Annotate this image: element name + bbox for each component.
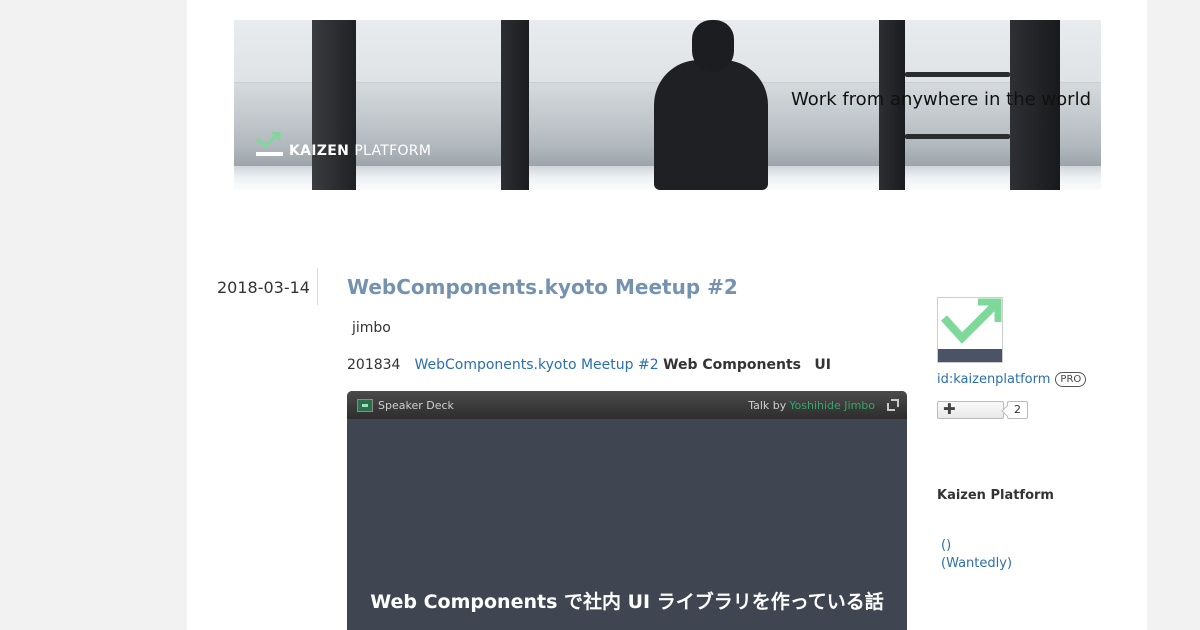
banner-post <box>501 20 529 190</box>
expand-icon[interactable] <box>887 399 899 411</box>
entry-intro: 201834 WebComponents.kyoto Meetup #2 Web … <box>347 357 831 373</box>
meetup-link[interactable]: WebComponents.kyoto Meetup #2 <box>414 357 658 373</box>
banner-rail <box>905 72 1010 77</box>
kaizen-logo[interactable]: KAIZEN PLATFORM <box>256 132 431 158</box>
banner-person-head <box>692 20 734 72</box>
banner-person <box>654 60 768 190</box>
kaizen-logo-icon <box>256 132 283 156</box>
speakerdeck-toolbar: Speaker Deck Talk by Yoshihide Jimbo <box>347 391 907 419</box>
header-banner[interactable]: Work from anywhere in the world KAIZEN P… <box>234 20 1101 190</box>
speaker-link[interactable]: Yoshihide Jimbo <box>789 399 875 412</box>
avatar-stripe <box>938 349 1002 362</box>
sidebar-link-wantedly[interactable]: (Wantedly) <box>941 556 1012 571</box>
banner-rail <box>905 134 1010 139</box>
speakerdeck-embed[interactable]: Speaker Deck Talk by Yoshihide Jimbo Web… <box>347 391 907 630</box>
kaizen-avatar-icon <box>941 298 1002 344</box>
talk-by-label: Talk by <box>748 398 787 412</box>
banner-post <box>312 20 356 190</box>
follow-button[interactable]: ✚ <box>937 401 1004 419</box>
date-divider <box>317 268 318 305</box>
entry-date: 2018-03-14 <box>217 278 310 297</box>
banner-tagline: Work from anywhere in the world <box>791 89 1091 110</box>
intro-suffix-text: UI <box>814 357 831 373</box>
kaizen-logo-text: KAIZEN PLATFORM <box>289 143 432 159</box>
intro-bold-text: Web Components <box>663 357 801 373</box>
intro-text: 201834 <box>347 357 401 373</box>
profile-id-link[interactable]: id:kaizenplatform <box>937 372 1050 387</box>
page: Work from anywhere in the world KAIZEN P… <box>187 0 1147 630</box>
pro-badge: PRO <box>1055 372 1087 387</box>
entry-author: jimbo <box>352 320 391 336</box>
slide-title: Web Components で社内 UI ライブラリを作っている話 <box>370 591 884 613</box>
sidebar-heading: Kaizen Platform <box>937 488 1054 503</box>
profile-avatar[interactable] <box>937 297 1003 363</box>
profile-id: id:kaizenplatform PRO <box>937 372 1087 387</box>
speakerdeck-brand[interactable]: Speaker Deck <box>378 399 454 412</box>
sidebar-link[interactable]: () <box>941 538 951 553</box>
follow-count[interactable]: 2 <box>1007 401 1028 419</box>
entry-title-link[interactable]: WebComponents.kyoto Meetup #2 <box>347 275 738 299</box>
speakerdeck-logo-icon <box>357 398 373 412</box>
